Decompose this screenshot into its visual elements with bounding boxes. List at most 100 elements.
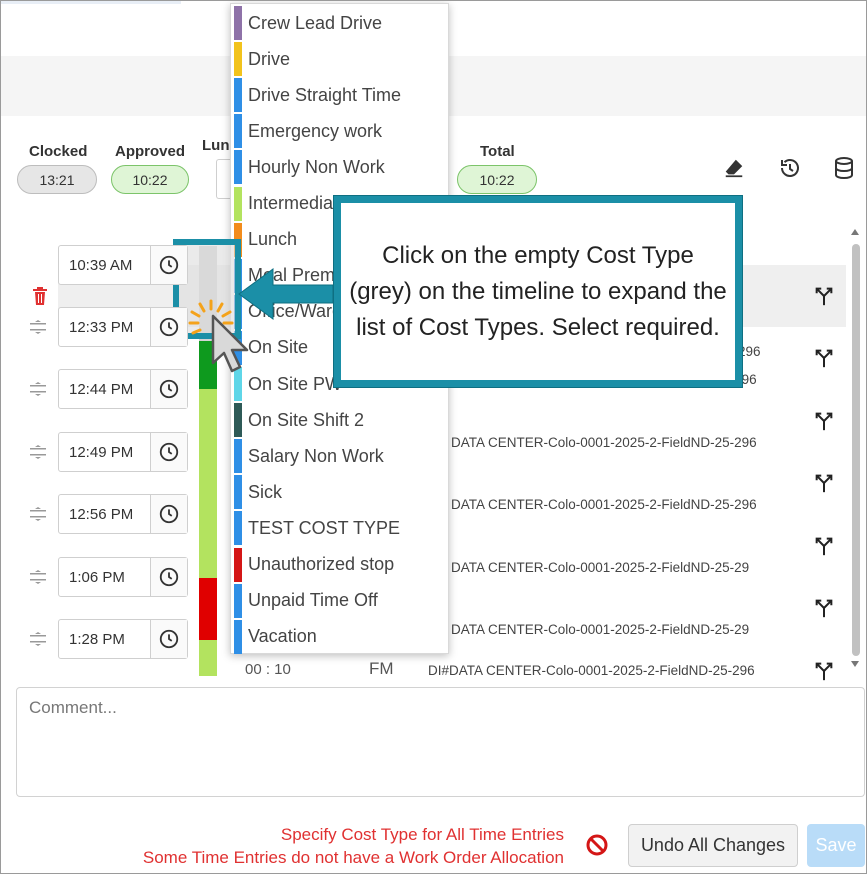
clock-icon[interactable] bbox=[150, 495, 187, 533]
cost-type-label: Unpaid Time Off bbox=[248, 590, 378, 611]
clocked-label: Clocked bbox=[29, 143, 88, 160]
save-button[interactable]: Save bbox=[807, 824, 865, 867]
timeline-segment-intermediate[interactable] bbox=[199, 389, 217, 578]
timeline-segment-intermediate-2[interactable] bbox=[199, 640, 217, 676]
cost-type-label: Hourly Non Work bbox=[248, 156, 385, 177]
time-input[interactable]: 1:28 PM bbox=[58, 619, 188, 659]
time-value: 12:33 PM bbox=[69, 318, 134, 336]
cost-type-label: Unauthorized stop bbox=[248, 554, 395, 574]
time-value: 12:56 PM bbox=[69, 505, 134, 523]
history-icon[interactable] bbox=[776, 154, 804, 182]
clocked-value: 13:21 bbox=[17, 165, 97, 194]
time-value: 12:49 PM bbox=[69, 443, 134, 461]
cost-type-option[interactable]: Sick bbox=[231, 474, 448, 510]
drag-handle-icon[interactable] bbox=[30, 445, 46, 459]
drag-handle-icon[interactable] bbox=[30, 382, 46, 396]
cost-type-label: Drive Straight Time bbox=[248, 84, 402, 105]
cost-type-option[interactable]: Hourly Non Work bbox=[231, 149, 448, 185]
cost-type-label: Vacation bbox=[248, 626, 317, 647]
time-input[interactable]: 12:44 PM bbox=[58, 369, 188, 409]
split-entry-icon[interactable] bbox=[813, 597, 835, 619]
work-order-label: DATA CENTER-Colo-0001-2025-2-FieldND-25-… bbox=[451, 435, 757, 450]
time-input[interactable]: 10:39 AM bbox=[58, 245, 188, 285]
cost-type-label: Drive bbox=[248, 48, 291, 69]
time-input[interactable]: 12:49 PM bbox=[58, 432, 188, 472]
comment-placeholder: Comment... bbox=[29, 698, 117, 717]
split-entry-icon[interactable] bbox=[813, 472, 835, 494]
split-entry-icon[interactable] bbox=[813, 285, 835, 307]
timeline-segment-unauthorized[interactable] bbox=[199, 578, 217, 640]
database-icon[interactable] bbox=[830, 154, 858, 182]
cost-type-option[interactable]: Drive bbox=[231, 41, 448, 77]
cost-type-swatch bbox=[234, 403, 242, 438]
total-value: 10:22 bbox=[457, 165, 537, 194]
cost-type-label: Sick bbox=[248, 481, 283, 502]
cost-type-swatch bbox=[234, 475, 242, 510]
cost-type-swatch bbox=[234, 114, 242, 149]
time-value: 1:28 PM bbox=[69, 630, 125, 648]
prohibited-icon bbox=[585, 833, 609, 857]
clock-icon[interactable] bbox=[150, 370, 187, 408]
time-value: 12:44 PM bbox=[69, 380, 134, 398]
cost-type-label: Emergency work bbox=[248, 120, 383, 141]
clock-icon[interactable] bbox=[150, 620, 187, 658]
split-entry-icon[interactable] bbox=[813, 660, 835, 682]
cost-type-option[interactable]: Drive Straight Time bbox=[231, 77, 448, 113]
partial-code: FM bbox=[369, 659, 394, 675]
top-accent-line bbox=[1, 1, 181, 4]
callout-text: Click on the empty Cost Type (grey) on t… bbox=[349, 241, 727, 341]
error-cost-type: Specify Cost Type for All Time Entries bbox=[280, 825, 564, 844]
cost-type-option[interactable]: Vacation bbox=[231, 619, 448, 655]
cost-type-option[interactable]: Emergency work bbox=[231, 113, 448, 149]
cost-type-swatch bbox=[234, 186, 242, 221]
cost-type-swatch bbox=[234, 439, 242, 474]
clock-icon[interactable] bbox=[150, 308, 187, 346]
cost-type-swatch bbox=[234, 619, 242, 654]
cost-type-label: Lunch bbox=[248, 229, 298, 250]
split-entry-icon[interactable] bbox=[813, 347, 835, 369]
total-label: Total bbox=[480, 143, 515, 160]
cost-type-label: Salary Non Work bbox=[248, 445, 384, 466]
comment-field[interactable]: Comment... bbox=[16, 687, 865, 797]
time-input[interactable]: 12:33 PM bbox=[58, 307, 188, 347]
clock-icon[interactable] bbox=[150, 246, 187, 284]
cost-type-option[interactable]: Unpaid Time Off bbox=[231, 583, 448, 619]
cost-type-option[interactable]: Unauthorized stop bbox=[231, 547, 448, 583]
timesheet-window: Clocked 13:21 Approved 10:22 Lun Total 1… bbox=[0, 0, 867, 874]
cost-type-swatch bbox=[234, 150, 242, 185]
drag-handle-icon[interactable] bbox=[30, 632, 46, 646]
work-order-label: DATA CENTER-Colo-0001-2025-2-FieldND-25-… bbox=[451, 497, 757, 512]
cost-type-option[interactable]: Salary Non Work bbox=[231, 438, 448, 474]
split-entry-icon[interactable] bbox=[813, 410, 835, 432]
cost-type-option[interactable]: TEST COST TYPE bbox=[231, 510, 448, 546]
undo-all-changes-button[interactable]: Undo All Changes bbox=[628, 824, 798, 867]
time-input[interactable]: 1:06 PM bbox=[58, 557, 188, 597]
approved-label: Approved bbox=[115, 143, 186, 160]
cost-type-label: On Site bbox=[248, 337, 309, 358]
time-value: 10:39 AM bbox=[69, 256, 133, 274]
drag-handle-icon[interactable] bbox=[30, 320, 46, 334]
work-order-label: DATA CENTER-Colo-0001-2025-2-FieldND-25-… bbox=[451, 560, 750, 575]
clock-icon[interactable] bbox=[150, 558, 187, 596]
instruction-callout: Click on the empty Cost Type (grey) on t… bbox=[334, 196, 742, 387]
split-entry-icon[interactable] bbox=[813, 535, 835, 557]
lunch-label: Lun bbox=[202, 137, 230, 154]
cost-type-swatch bbox=[234, 78, 242, 113]
error-work-order: Some Time Entries do not have a Work Ord… bbox=[142, 848, 564, 867]
drag-handle-icon[interactable] bbox=[30, 570, 46, 584]
scrollbar-thumb[interactable] bbox=[852, 244, 860, 656]
cost-type-swatch bbox=[234, 42, 242, 77]
drag-handle-icon[interactable] bbox=[30, 507, 46, 521]
clock-icon[interactable] bbox=[150, 433, 187, 471]
time-input[interactable]: 12:56 PM bbox=[58, 494, 188, 534]
work-order-label: DATA CENTER-Colo-0001-2025-2-FieldND-25-… bbox=[451, 622, 750, 637]
approved-value: 10:22 bbox=[111, 165, 189, 194]
cost-type-label: TEST COST TYPE bbox=[248, 517, 401, 538]
cost-type-option[interactable]: Crew Lead Drive bbox=[231, 5, 448, 41]
eraser-icon[interactable] bbox=[720, 154, 748, 182]
partial-duration: 00 : 10 bbox=[245, 661, 291, 675]
time-value: 1:06 PM bbox=[69, 568, 125, 586]
trash-icon[interactable] bbox=[32, 287, 48, 305]
cost-type-option[interactable]: On Site Shift 2 bbox=[231, 402, 448, 438]
cost-type-swatch bbox=[234, 547, 242, 582]
